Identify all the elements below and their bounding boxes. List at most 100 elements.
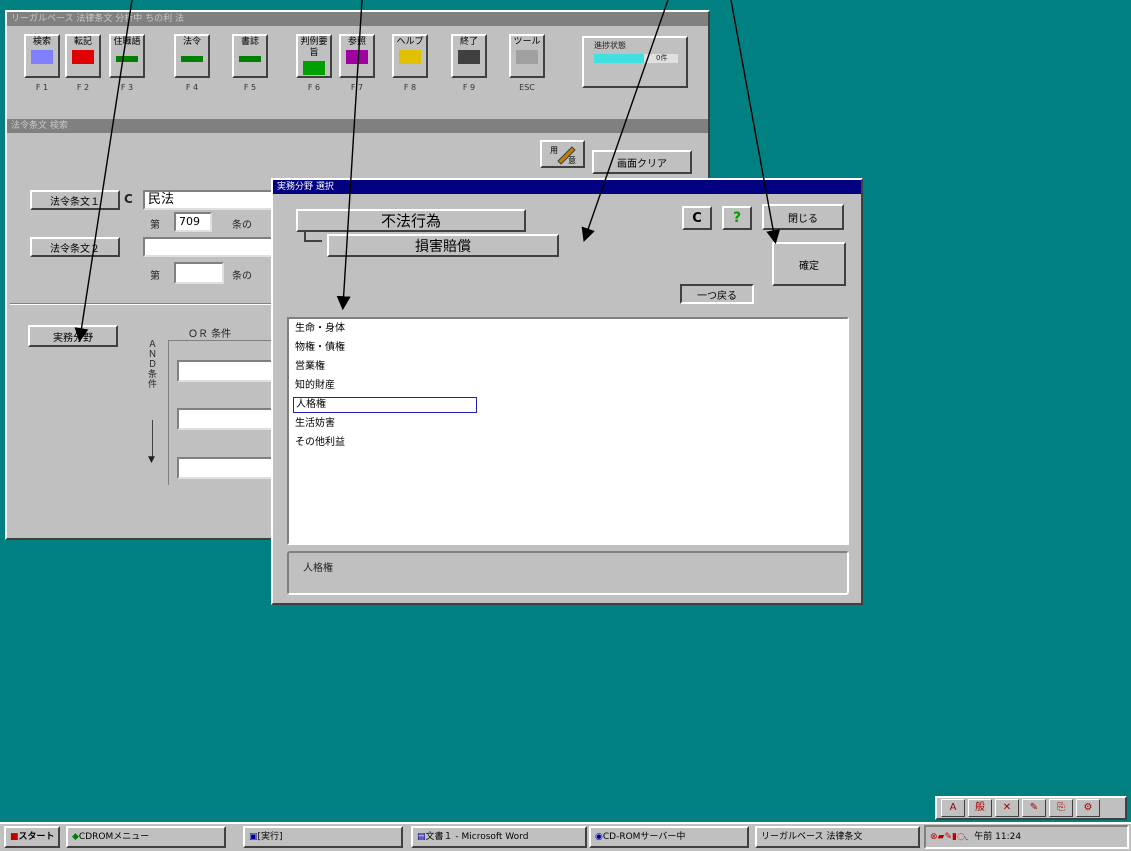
toolbar-button-label: 参照 (347, 37, 366, 47)
ime-toolbar-button[interactable]: 般 (968, 799, 992, 817)
progress-panel: 進捗状態 0件 (582, 36, 688, 88)
toolbar-button-label: 転記 (73, 37, 92, 47)
or-condition-label: ＯＲ 条件 (188, 329, 232, 340)
fkey-caption: F 2 (76, 83, 90, 92)
ime-toolbar-button[interactable]: ⚙ (1076, 799, 1100, 817)
cdrom-icon: ◉ (595, 832, 603, 842)
law2-article-suffix: 条の (232, 271, 252, 282)
ime-toolbar-button[interactable]: ✎ (1022, 799, 1046, 817)
toolbar-button-label: 判例要旨 (300, 37, 328, 58)
svg-text:用: 用 (550, 146, 558, 155)
toolbar-button-9[interactable]: 終了 (451, 34, 487, 78)
start-button[interactable]: ■スタート (4, 826, 60, 848)
clear-screen-button[interactable]: 画面クリア (592, 150, 692, 174)
progress-count: 0件 (656, 54, 668, 62)
selection-result-panel: 人格権 (287, 551, 849, 595)
question-icon: ? (732, 210, 742, 226)
system-tray: ⊗▰✎▮◌◟ 午前 11:24 (924, 825, 1129, 849)
ime-toolbar: A 般 ✕ ✎ ⎘ ⚙ (935, 796, 1127, 820)
windows-logo-icon: ■ (10, 832, 19, 842)
toolbar-button-2[interactable]: 転記 (65, 34, 101, 78)
tree-connector (304, 232, 322, 242)
taskbar-task-2-label: [実行] (257, 832, 283, 842)
toolbar-button-label: 書誌 (240, 37, 259, 47)
dialog-clear-button[interactable]: C (682, 206, 712, 230)
down-arrow-icon: ▼ (148, 455, 155, 465)
law1-button[interactable]: 法令条文１ (30, 190, 120, 210)
dialog-help-button[interactable]: ? (722, 206, 752, 230)
list-item[interactable]: 知的財産 (293, 378, 335, 394)
main-window-title: リーガルベース 法律条文 分析中 ちの利 法 (7, 12, 708, 26)
fkey-caption: F 8 (403, 83, 417, 92)
toolbar-button-10[interactable]: ツール (509, 34, 545, 78)
law1-article-suffix: 条の (232, 220, 252, 231)
fkey-caption: ESC (519, 83, 535, 92)
taskbar-task-2[interactable]: ▣[実行] (243, 826, 403, 848)
green-bar-icon (181, 56, 203, 62)
list-item[interactable]: 営業権 (293, 359, 325, 375)
taskbar-task-5-label: リーガルベース 法律条文 (761, 832, 863, 842)
svg-text:意: 意 (568, 155, 576, 165)
tool-icon (516, 50, 538, 64)
taskbar-task-4-label: CD-ROMサーバー中 (602, 832, 686, 842)
dialog-title: 実務分野 選択 (273, 180, 861, 194)
ime-toolbar-button[interactable]: A (941, 799, 965, 817)
ime-toolbar-button[interactable]: ✕ (995, 799, 1019, 817)
toolbar-button-1[interactable]: 検索 (24, 34, 60, 78)
taskbar-task-1[interactable]: ◆CDROMメニュー (66, 826, 226, 848)
toolbar-button-5[interactable]: 書誌 (232, 34, 268, 78)
fkey-caption: F 7 (350, 83, 364, 92)
list-item[interactable]: 物権・債権 (293, 340, 345, 356)
taskbar-task-3[interactable]: ▤文書１ - Microsoft Word (411, 826, 587, 848)
progress-label: 進捗状態 (594, 41, 626, 50)
and-condition-field-1[interactable] (177, 360, 278, 382)
progress-bar-fill (594, 54, 645, 63)
taskbar-task-5[interactable]: リーガルベース 法律条文 (755, 826, 920, 848)
toolbar-button-8[interactable]: ヘルプ (392, 34, 428, 78)
toolbar-button-label: 法令 (182, 37, 201, 47)
app-icon: ◆ (72, 832, 79, 842)
new-icon (303, 61, 325, 75)
taskbar-task-1-label: CDROMメニュー (78, 832, 150, 842)
toolbar-button-label: 検索 (32, 37, 51, 47)
law1-article-field[interactable]: 709 (174, 212, 212, 232)
green-bar-icon (239, 56, 261, 62)
fkey-caption: F 1 (35, 83, 49, 92)
toolbar-button-label: 住職語 (113, 37, 141, 47)
taskbar-task-4[interactable]: ◉CD-ROMサーバー中 (589, 826, 749, 848)
transfer-icon (72, 50, 94, 64)
clock: 午前 11:24 (974, 832, 1022, 842)
form-divider (10, 303, 280, 305)
level1-category-button[interactable]: 不法行為 (296, 209, 526, 232)
law1-name-field[interactable]: 民法 (143, 190, 278, 210)
practice-field-button[interactable]: 実務分野 (28, 325, 118, 347)
search-grid-icon (31, 50, 53, 64)
help-icon (399, 50, 421, 64)
list-item[interactable]: その他利益 (293, 435, 345, 451)
law2-article-field[interactable] (174, 262, 224, 284)
list-item[interactable]: 生活妨害 (293, 416, 335, 432)
level2-category-button[interactable]: 損害賠償 (327, 234, 559, 257)
word-icon: ▤ (417, 832, 426, 842)
law2-button[interactable]: 法令条文２ (30, 237, 120, 257)
and-condition-field-3[interactable] (177, 457, 278, 479)
toolbar-button-3[interactable]: 住職語 (109, 34, 145, 78)
list-item[interactable]: 生命・身体 (293, 321, 345, 337)
toolbar-button-6[interactable]: 判例要旨 (296, 34, 332, 78)
and-condition-field-2[interactable] (177, 408, 278, 430)
memo-button[interactable]: 用 意 (540, 140, 585, 168)
law2-name-field[interactable] (143, 237, 278, 257)
dialog-close-button[interactable]: 閉じる (762, 204, 844, 230)
category-list[interactable]: 生命・身体物権・債権営業権知的財産人格権生活妨害その他利益 (287, 317, 849, 545)
toolbar-button-4[interactable]: 法令 (174, 34, 210, 78)
toolbar-button-7[interactable]: 参照 (339, 34, 375, 78)
toolbar-button-label: ヘルプ (396, 37, 424, 47)
back-one-button[interactable]: 一つ戻る (680, 284, 754, 304)
taskbar-task-3-label: 文書１ - Microsoft Word (425, 832, 529, 842)
dialog-confirm-button[interactable]: 確定 (772, 242, 846, 286)
fkey-caption: F 5 (243, 83, 257, 92)
law1-clear-c[interactable]: C (124, 192, 133, 206)
list-item[interactable]: 人格権 (293, 397, 477, 413)
ime-toolbar-button[interactable]: ⎘ (1049, 799, 1073, 817)
exit-door-icon (458, 50, 480, 64)
